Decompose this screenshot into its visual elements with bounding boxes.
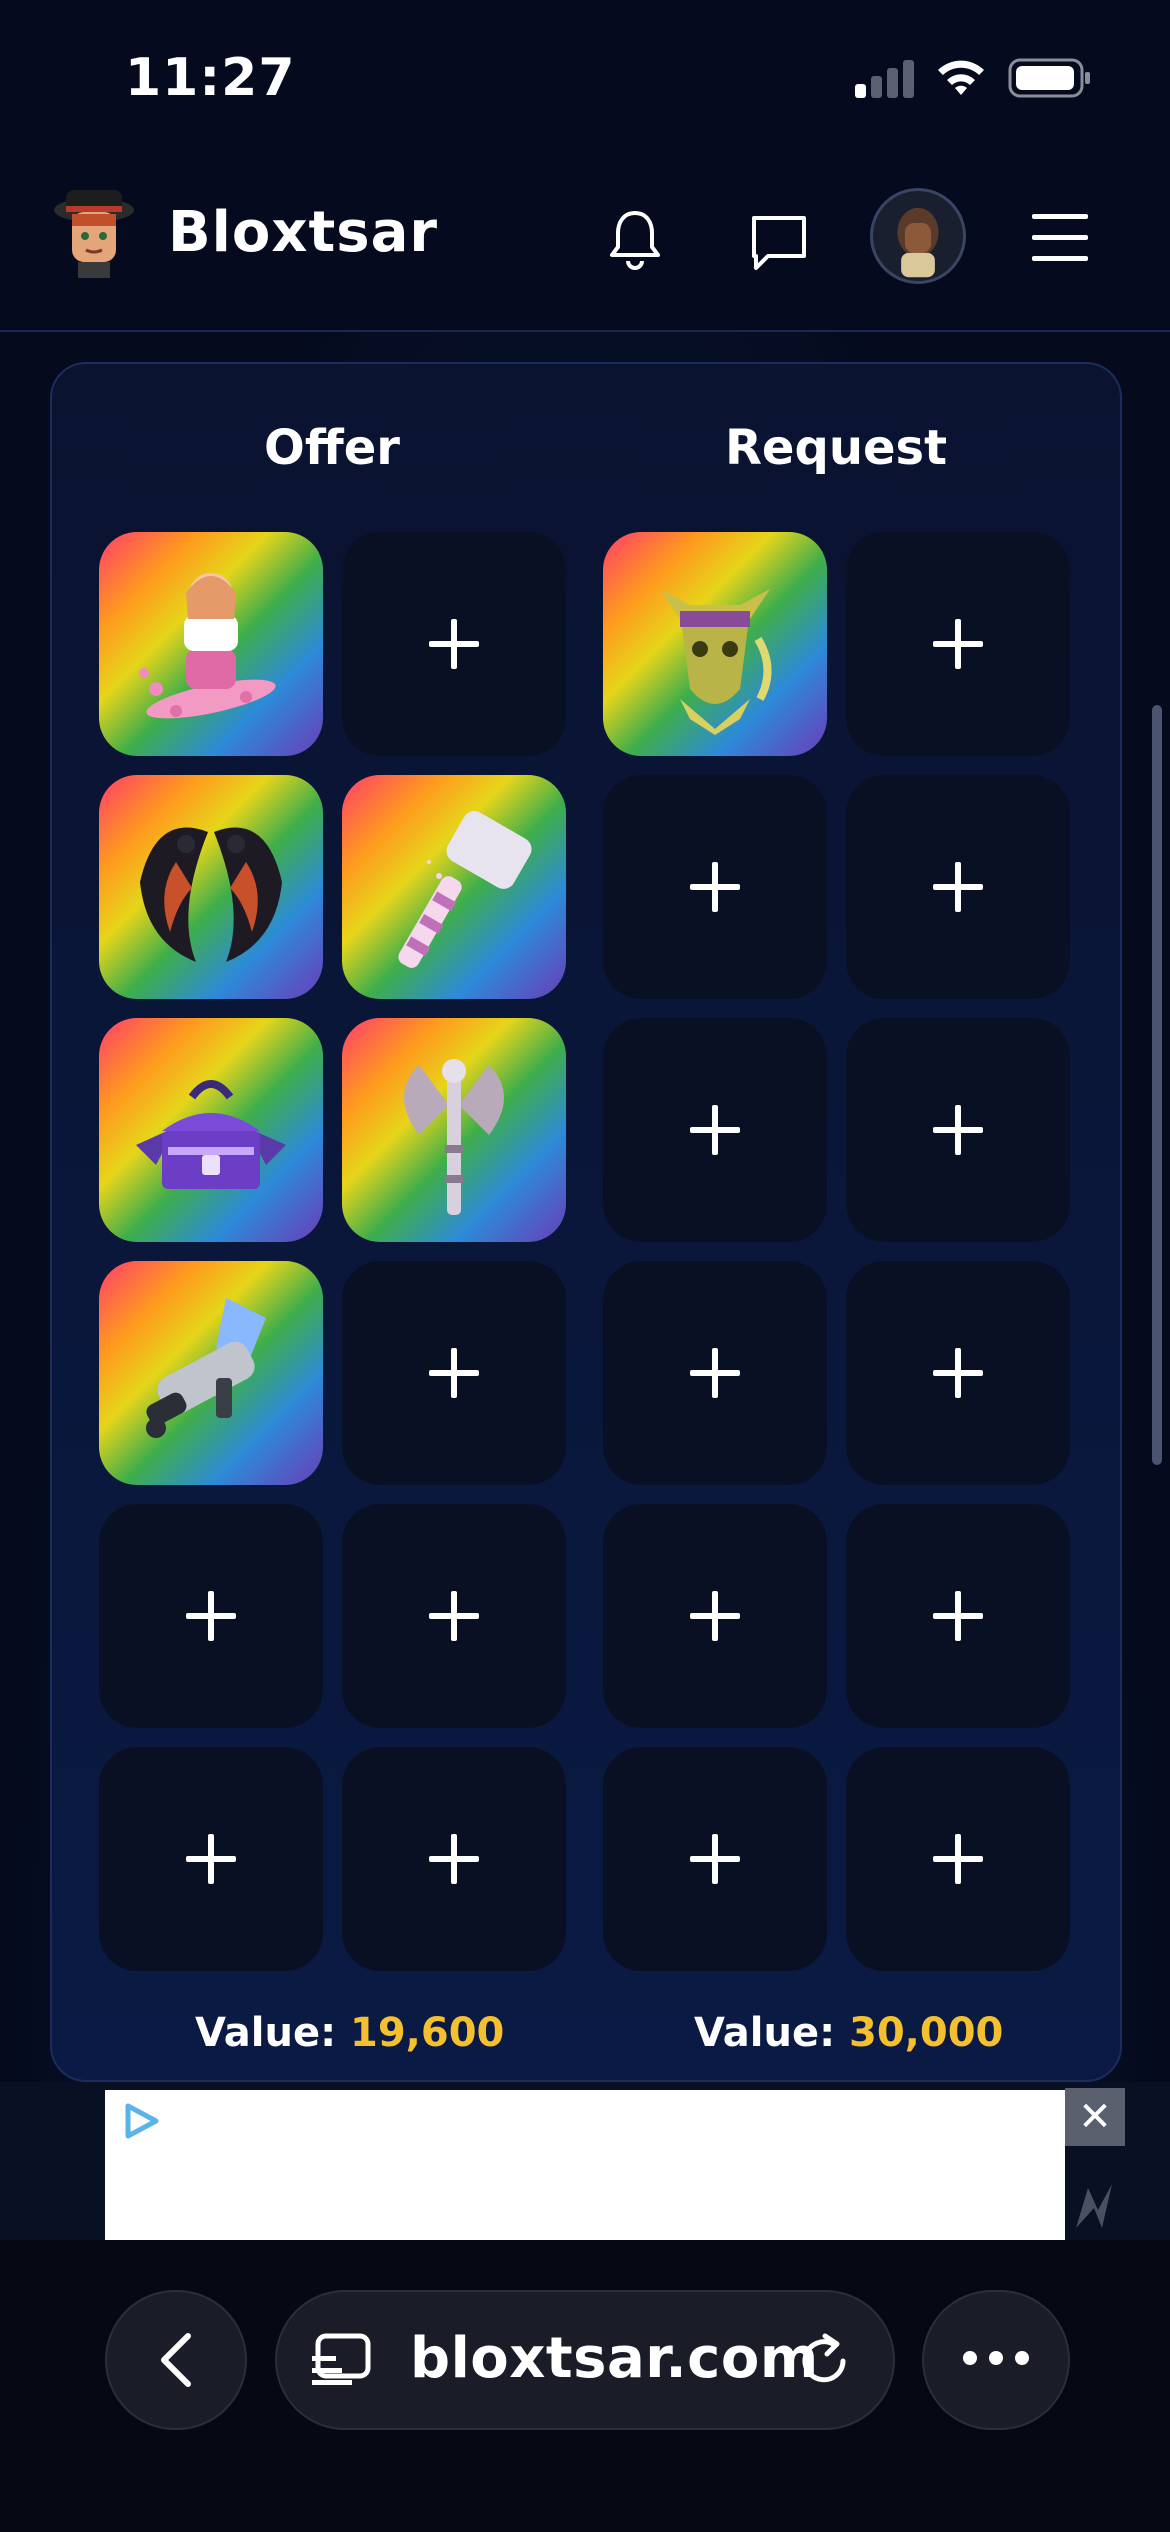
request-add-slot[interactable]: [846, 775, 1070, 999]
request-add-slot[interactable]: [603, 1261, 827, 1485]
offer-add-slot[interactable]: [342, 1261, 566, 1485]
battery-icon: [1008, 58, 1090, 98]
hamburger-menu-icon[interactable]: [1028, 208, 1092, 268]
skater-girl-pet-icon: [139, 573, 276, 719]
offer-title: Offer: [264, 420, 400, 476]
bell-icon[interactable]: [602, 205, 668, 271]
offer-add-slot[interactable]: [342, 532, 566, 756]
page: 11:27 Bloxtsar Offer Request Value: 19,6…: [0, 0, 1170, 2532]
request-value-label: Value:: [694, 2010, 836, 2056]
status-bar: 11:27: [0, 0, 1170, 150]
plus-icon: [690, 1105, 740, 1155]
reload-icon[interactable]: [795, 2332, 853, 2390]
request-add-slot[interactable]: [603, 1504, 827, 1728]
request-add-slot[interactable]: [846, 532, 1070, 756]
offer-item-ice-blaster-gun[interactable]: [99, 1261, 323, 1485]
dragon-wings-icon: [140, 827, 282, 962]
plus-icon: [933, 862, 983, 912]
plus-icon: [690, 1591, 740, 1641]
offer-value: Value: 19,600: [195, 2010, 504, 2056]
status-time: 11:27: [125, 48, 296, 108]
brand-name[interactable]: Bloxtsar: [168, 200, 438, 265]
request-value-amount: 30,000: [849, 2010, 1004, 2056]
request-add-slot[interactable]: [603, 1747, 827, 1971]
offer-add-slot[interactable]: [342, 1747, 566, 1971]
offer-item-dragon-wings[interactable]: [99, 775, 323, 999]
plus-icon: [429, 619, 479, 669]
offer-item-candy-hammer[interactable]: [342, 775, 566, 999]
request-add-slot[interactable]: [846, 1747, 1070, 1971]
more-dots-icon: [963, 2351, 1029, 2365]
plus-icon: [933, 1348, 983, 1398]
plus-icon: [933, 1834, 983, 1884]
pharaoh-mask-icon: [660, 589, 772, 735]
request-item-golden-pharaoh-mask[interactable]: [603, 532, 827, 756]
chevron-left-icon: [161, 2333, 191, 2387]
offer-add-slot[interactable]: [99, 1747, 323, 1971]
plus-icon: [429, 1348, 479, 1398]
user-avatar[interactable]: [870, 188, 966, 284]
plus-icon: [690, 1834, 740, 1884]
plus-icon: [690, 862, 740, 912]
plus-icon: [933, 619, 983, 669]
request-value: Value: 30,000: [694, 2010, 1003, 2056]
request-add-slot[interactable]: [846, 1018, 1070, 1242]
offer-item-silver-battle-axe[interactable]: [342, 1018, 566, 1242]
offer-value-amount: 19,600: [350, 2010, 505, 2056]
ad-play-icon: [125, 2103, 159, 2139]
page-scrollbar[interactable]: [1152, 705, 1162, 1465]
blaster-gun-icon: [146, 1298, 266, 1438]
ad-close-button[interactable]: ✕: [1065, 2088, 1125, 2146]
offer-add-slot[interactable]: [342, 1504, 566, 1728]
offer-value-label: Value:: [195, 2010, 337, 2056]
ad-banner[interactable]: [105, 2090, 1065, 2240]
plus-icon: [690, 1348, 740, 1398]
plus-icon: [933, 1591, 983, 1641]
request-add-slot[interactable]: [603, 1018, 827, 1242]
plus-icon: [186, 1834, 236, 1884]
request-title: Request: [724, 420, 948, 476]
tab-overview-icon: [312, 2333, 371, 2385]
plus-icon: [429, 1591, 479, 1641]
plus-icon: [186, 1591, 236, 1641]
logo-avatar-icon[interactable]: [48, 180, 140, 280]
user-avatar-icon: [897, 207, 939, 278]
request-add-slot[interactable]: [603, 775, 827, 999]
ad-brand-mark-icon: [1076, 2184, 1112, 2228]
treasure-chest-icon: [136, 1080, 286, 1189]
signal-icon: [855, 58, 915, 98]
url-text: bloxtsar.com: [410, 2326, 819, 2391]
wifi-icon: [938, 60, 984, 95]
plus-icon: [429, 1834, 479, 1884]
plus-icon: [933, 1105, 983, 1155]
battle-axe-icon: [404, 1059, 504, 1215]
offer-item-skater-girl-pet[interactable]: [99, 532, 323, 756]
offer-item-purple-treasure-chest[interactable]: [99, 1018, 323, 1242]
offer-add-slot[interactable]: [99, 1504, 323, 1728]
app-header: Bloxtsar: [0, 150, 1170, 332]
request-add-slot[interactable]: [846, 1261, 1070, 1485]
chat-icon[interactable]: [746, 210, 812, 276]
request-add-slot[interactable]: [846, 1504, 1070, 1728]
candy-hammer-icon: [398, 811, 532, 968]
